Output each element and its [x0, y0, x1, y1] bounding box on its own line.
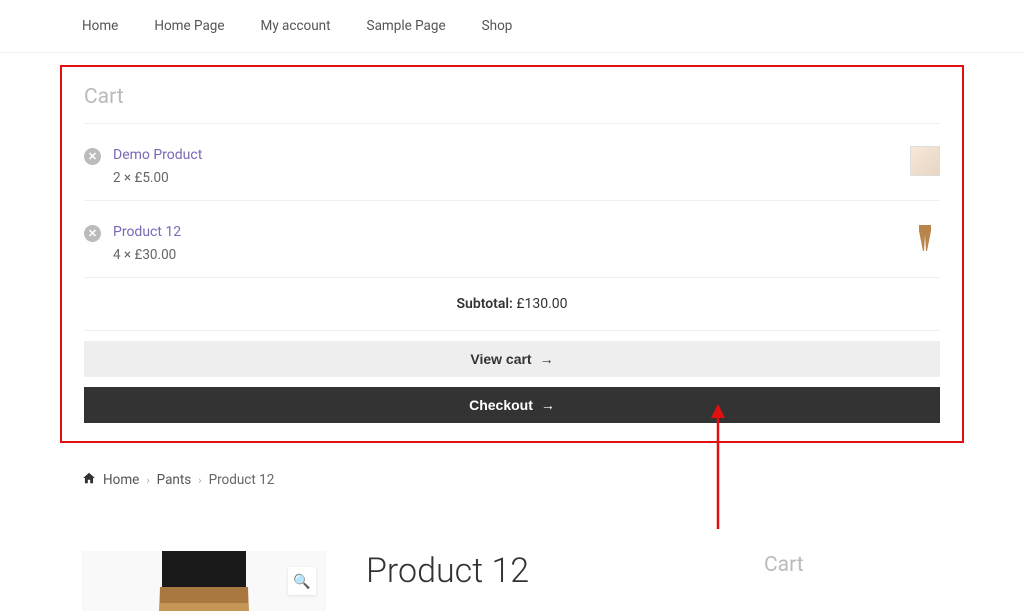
breadcrumb: Home › Pants › Product 12: [0, 443, 1024, 499]
subtotal-label: Subtotal:: [456, 296, 512, 312]
cart-title: Cart: [84, 77, 940, 124]
product-content: 🔍 Product 12 Cart: [0, 499, 1024, 611]
arrow-right-icon: →: [541, 397, 555, 413]
nav-shop[interactable]: Shop: [482, 0, 535, 52]
view-cart-button[interactable]: View cart →: [84, 341, 940, 377]
cart-item-qty: 2 × £5.00: [113, 170, 910, 186]
nav-my-account[interactable]: My account: [261, 0, 353, 52]
nav-home-page[interactable]: Home Page: [154, 0, 246, 52]
sidebar-cart-title: Cart: [764, 551, 984, 577]
checkout-button[interactable]: Checkout →: [84, 387, 940, 423]
home-icon[interactable]: [82, 471, 96, 489]
cart-widget: Cart ✕ Demo Product 2 × £5.00 ✕ Product …: [60, 65, 964, 443]
top-nav: Home Home Page My account Sample Page Sh…: [0, 0, 1024, 53]
breadcrumb-home[interactable]: Home: [103, 472, 139, 488]
chevron-right-icon: ›: [146, 474, 149, 487]
cart-item: ✕ Product 12 4 × £30.00: [84, 201, 940, 278]
nav-sample-page[interactable]: Sample Page: [367, 0, 468, 52]
view-cart-label: View cart: [470, 351, 531, 367]
subtotal-value: £130.00: [516, 296, 567, 312]
cart-item-name[interactable]: Demo Product: [113, 146, 910, 164]
magnify-icon: 🔍: [293, 573, 310, 590]
zoom-button[interactable]: 🔍: [288, 567, 316, 595]
cart-item: ✕ Demo Product 2 × £5.00: [84, 124, 940, 201]
breadcrumb-current: Product 12: [209, 472, 275, 488]
cart-item-name[interactable]: Product 12: [113, 223, 910, 241]
cart-item-thumbnail: [910, 146, 940, 176]
nav-home[interactable]: Home: [82, 0, 140, 52]
breadcrumb-category[interactable]: Pants: [157, 472, 192, 488]
product-title: Product 12: [366, 551, 724, 591]
cart-subtotal: Subtotal: £130.00: [84, 278, 940, 331]
remove-item-icon[interactable]: ✕: [84, 225, 101, 242]
chevron-right-icon: ›: [198, 474, 201, 487]
cart-item-qty: 4 × £30.00: [113, 247, 910, 263]
checkout-label: Checkout: [469, 397, 533, 413]
cart-item-thumbnail: [910, 223, 940, 253]
remove-item-icon[interactable]: ✕: [84, 148, 101, 165]
arrow-right-icon: →: [540, 351, 554, 367]
